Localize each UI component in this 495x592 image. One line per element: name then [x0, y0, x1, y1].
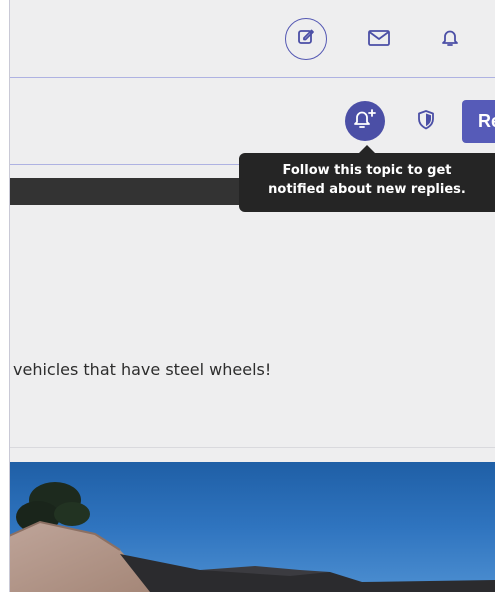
tooltip-line-2: notified about new replies.: [268, 182, 466, 197]
post-text: vehicles that have steel wheels!: [13, 360, 272, 379]
post-divider: [0, 447, 495, 448]
shield-icon: [416, 109, 436, 135]
reply-button[interactable]: Re: [462, 100, 495, 143]
post-image[interactable]: [0, 462, 495, 592]
notifications-button[interactable]: [438, 28, 462, 52]
messages-button[interactable]: [365, 28, 393, 52]
compose-button[interactable]: [285, 18, 327, 60]
follow-topic-button[interactable]: [345, 101, 385, 141]
reply-button-label: Re: [478, 111, 495, 131]
bell-icon: [441, 28, 459, 52]
follow-tooltip: Follow this topic to get notified about …: [239, 145, 495, 212]
top-header: [0, 0, 495, 78]
tooltip-line-1: Follow this topic to get: [282, 163, 452, 178]
mail-icon: [366, 28, 392, 52]
left-edge-panel: [0, 0, 10, 592]
bell-plus-icon: [353, 108, 377, 134]
compose-icon: [296, 27, 316, 51]
shield-button[interactable]: [415, 109, 437, 135]
